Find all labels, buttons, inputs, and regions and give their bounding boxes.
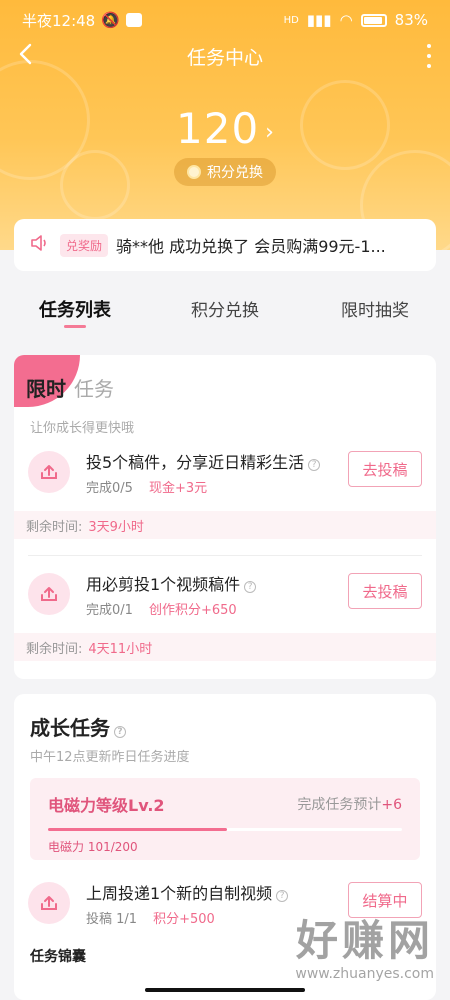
- watermark: 好赚网 www.zhuanyes.com: [295, 907, 434, 982]
- upload-icon: [28, 451, 70, 493]
- limited-card-title: 任务: [74, 377, 114, 401]
- task-progress: 完成0/1: [86, 603, 133, 618]
- limited-card-subtitle: 让你成长得更快哦: [30, 421, 135, 436]
- task-progress: 完成0/5: [86, 481, 133, 496]
- level-hint-plus: +6: [381, 797, 402, 813]
- wifi-icon: ◠: [339, 11, 353, 29]
- points-exchange-label: 积分兑换: [207, 165, 263, 181]
- home-indicator[interactable]: [145, 988, 305, 992]
- tab-lottery[interactable]: 限时抽奖: [300, 290, 450, 338]
- remaining-value: 3天9小时: [88, 519, 144, 535]
- help-icon[interactable]: ?: [244, 581, 257, 593]
- remaining-label: 剩余时间:: [26, 519, 83, 535]
- help-icon[interactable]: ?: [308, 459, 321, 471]
- task-reward: 现金+3元: [148, 481, 208, 496]
- coin-icon: [187, 165, 201, 179]
- signal-icon: ▮▮▮: [306, 11, 332, 29]
- upload-icon: [28, 573, 70, 615]
- task-title: 上周投递1个新的自制视频?: [86, 880, 289, 904]
- task-progress: 投稿 1/1: [86, 912, 138, 927]
- task-row: 用必剪投1个视频稿件? 完成0/1 创作积分+650 去投稿: [14, 561, 436, 631]
- notice-bar[interactable]: 兑奖励 骑**他 成功兑换了 会员购满99元-1...: [14, 219, 436, 271]
- task-title-text: 上周投递1个新的自制视频: [86, 884, 273, 903]
- task-title: 投5个稿件，分享近日精彩生活?: [86, 449, 321, 473]
- help-icon[interactable]: ?: [276, 890, 289, 902]
- app-notification-icon: [125, 13, 142, 27]
- watermark-big: 好赚网: [295, 916, 434, 965]
- nav-bar: 任务中心: [0, 36, 450, 76]
- task-reward: 积分+500: [153, 912, 215, 927]
- speaker-icon: [30, 234, 50, 256]
- level-progress-bar: [48, 828, 402, 831]
- task-tips-title: 任务锦囊: [30, 949, 86, 965]
- level-hint-text: 完成任务预计: [297, 797, 382, 813]
- remaining-time: 剩余时间: 4天11小时: [14, 633, 436, 661]
- page-title: 任务中心: [186, 46, 263, 69]
- task-title-text: 投5个稿件，分享近日精彩生活: [86, 453, 305, 472]
- growth-title: 成长任务?: [30, 712, 126, 741]
- points-display[interactable]: 120 ›: [0, 104, 450, 153]
- decor-circle: [60, 150, 130, 220]
- notice-badge: 兑奖励: [60, 233, 109, 257]
- more-icon[interactable]: [426, 44, 432, 68]
- battery-percent: 83%: [394, 11, 428, 29]
- limited-badge-text: 限时: [26, 377, 66, 401]
- tab-bar: 任务列表 积分兑换 限时抽奖: [0, 290, 450, 338]
- growth-title-text: 成长任务: [30, 716, 110, 740]
- help-icon[interactable]: ?: [114, 726, 126, 738]
- hd-icon: HD: [283, 14, 299, 26]
- watermark-small: www.zhuanyes.com: [295, 966, 434, 982]
- back-icon[interactable]: [18, 42, 32, 72]
- task-title-text: 用必剪投1个视频稿件: [86, 575, 241, 594]
- battery-icon: [360, 13, 387, 27]
- tab-task-list[interactable]: 任务列表: [0, 290, 150, 338]
- status-bar: 半夜12:48 🔕 HD ▮▮▮ ◠ 83%: [0, 0, 450, 40]
- limited-task-card: 限时 任务 让你成长得更快哦 投5个稿件，分享近日精彩生活? 完成0/5 现金+3…: [14, 355, 436, 679]
- task-meta: 完成0/5 现金+3元: [86, 477, 207, 496]
- submit-button[interactable]: 去投稿: [348, 573, 422, 609]
- task-row: 投5个稿件，分享近日精彩生活? 完成0/5 现金+3元 去投稿: [14, 439, 436, 509]
- mute-icon: 🔕: [101, 11, 120, 29]
- level-box[interactable]: 电磁力等级Lv.2 完成任务预计+6 电磁力 101/200: [30, 778, 420, 860]
- divider: [28, 555, 422, 556]
- task-meta: 投稿 1/1 积分+500: [86, 908, 215, 927]
- level-name: 电磁力等级Lv.2: [48, 796, 165, 815]
- points-value: 120: [176, 104, 260, 153]
- task-reward: 创作积分+650: [148, 603, 237, 618]
- submit-button[interactable]: 去投稿: [348, 451, 422, 487]
- remaining-time: 剩余时间: 3天9小时: [14, 511, 436, 539]
- task-meta: 完成0/1 创作积分+650: [86, 599, 237, 618]
- level-value: 电磁力 101/200: [48, 840, 138, 854]
- status-time: 半夜12:48: [22, 11, 96, 30]
- tab-points-exchange[interactable]: 积分兑换: [150, 290, 300, 338]
- upload-icon: [28, 882, 70, 924]
- growth-subtitle: 中午12点更新昨日任务进度: [30, 750, 190, 765]
- remaining-value: 4天11小时: [88, 641, 153, 657]
- points-exchange-button[interactable]: 积分兑换: [174, 158, 276, 186]
- remaining-label: 剩余时间:: [26, 641, 83, 657]
- notice-message: 骑**他 成功兑换了 会员购满99元-1...: [116, 237, 386, 256]
- level-hint: 完成任务预计+6: [297, 794, 402, 814]
- task-title: 用必剪投1个视频稿件?: [86, 571, 257, 595]
- chevron-right-icon: ›: [265, 120, 274, 145]
- level-progress-fill: [48, 828, 227, 831]
